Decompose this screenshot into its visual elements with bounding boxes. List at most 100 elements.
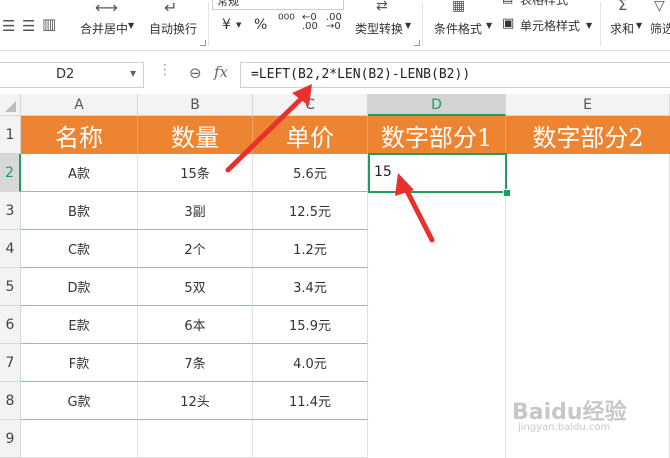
row-header-4[interactable]: 4 <box>0 230 21 268</box>
column-header-a[interactable]: A <box>21 94 138 116</box>
sigma-icon: Σ <box>618 0 628 14</box>
currency-button[interactable]: ¥ <box>222 17 231 33</box>
chevron-down-icon[interactable]: ▼ <box>636 21 642 30</box>
cell-b6[interactable]: 6本 <box>138 306 253 344</box>
cell-b7[interactable]: 7条 <box>138 344 253 382</box>
cell-c3[interactable]: 12.5元 <box>253 192 368 230</box>
chevron-down-icon[interactable]: ▼ <box>486 21 492 30</box>
align-left-icon[interactable]: ☰ <box>2 17 15 35</box>
cell-style-icon: ▣ <box>502 16 515 31</box>
column-header-e[interactable]: E <box>506 94 670 116</box>
ribbon-divider <box>422 2 423 46</box>
row-header-7[interactable]: 7 <box>0 344 21 382</box>
active-cell-d2[interactable]: 15 <box>368 153 507 193</box>
cell-a8[interactable]: G款 <box>21 382 138 420</box>
row-header-8[interactable]: 8 <box>0 382 21 420</box>
chevron-down-icon[interactable]: ▼ <box>236 21 241 29</box>
row-header-3[interactable]: 3 <box>0 192 21 230</box>
cell-c2[interactable]: 5.6元 <box>253 154 368 192</box>
column-header-c[interactable]: C <box>253 94 368 116</box>
header-cell-number-part-1[interactable]: 数字部分1 <box>368 116 506 154</box>
watermark-logo: Baidu经验 jingyan.baidu.com <box>512 394 642 438</box>
conditional-format-label: 条件格式 <box>434 22 483 36</box>
cell-c7[interactable]: 4.0元 <box>253 344 368 382</box>
type-convert-button[interactable]: ⇄ 类型转换 ▼ <box>352 0 416 46</box>
cell-b4[interactable]: 2个 <box>138 230 253 268</box>
cell-a5[interactable]: D款 <box>21 268 138 306</box>
cell-c9[interactable] <box>253 420 368 458</box>
align-center-icon[interactable]: ☰ <box>22 17 35 35</box>
cell-b8[interactable]: 12头 <box>138 382 253 420</box>
row-header-9[interactable]: 9 <box>0 420 21 458</box>
sum-button[interactable]: Σ 求和 ▼ <box>606 0 644 46</box>
filter-button[interactable]: ▽ 筛选 <box>648 0 670 46</box>
cell-c6[interactable]: 15.9元 <box>253 306 368 344</box>
percent-button[interactable]: % <box>254 17 267 33</box>
select-all-corner[interactable] <box>0 94 21 116</box>
header-cell-quantity[interactable]: 数量 <box>138 116 253 154</box>
chevron-down-icon[interactable]: ▼ <box>128 21 134 30</box>
sum-label: 求和 <box>610 22 635 36</box>
conditional-format-button[interactable]: ▦ 条件格式 ▼ <box>430 0 496 46</box>
cell-a3[interactable]: B款 <box>21 192 138 230</box>
column-d-body[interactable] <box>368 154 506 458</box>
header-cell-number-part-2[interactable]: 数字部分2 <box>506 116 670 154</box>
cell-c4[interactable]: 1.2元 <box>253 230 368 268</box>
merge-center-button[interactable]: ⟷ 合并居中 ▼ <box>78 0 140 46</box>
more-options-icon[interactable]: ⋮ <box>158 62 172 78</box>
corner-triangle-icon <box>5 101 16 112</box>
cell-a7[interactable]: F款 <box>21 344 138 382</box>
name-box[interactable]: D2 ▼ <box>0 62 144 88</box>
type-convert-label: 类型转换 <box>355 22 404 36</box>
chevron-down-icon[interactable]: ▼ <box>405 21 411 30</box>
distribute-icon[interactable]: ▥ <box>42 15 56 33</box>
increase-decimal-icon[interactable]: ←0.00 <box>302 13 318 32</box>
table-style-icon: ▤ <box>502 0 513 5</box>
cell-a4[interactable]: C款 <box>21 230 138 268</box>
wrap-text-label: 自动换行 <box>149 22 198 36</box>
cell-c5[interactable]: 3.4元 <box>253 268 368 306</box>
cell-style-button[interactable]: ▣ 单元格样式 ▼ <box>502 16 594 34</box>
chevron-down-icon[interactable]: ▼ <box>130 69 136 78</box>
zoom-formula-icon[interactable]: ⊖ <box>189 64 202 82</box>
conditional-format-icon: ▦ <box>452 0 466 14</box>
row-header-6[interactable]: 6 <box>0 306 21 344</box>
column-header-b[interactable]: B <box>138 94 253 116</box>
fx-button[interactable]: fx <box>214 63 228 81</box>
comma-style-icon[interactable]: ⁰⁰⁰ <box>278 12 295 28</box>
cell-b2[interactable]: 15条 <box>138 154 253 192</box>
fill-handle[interactable] <box>503 189 511 197</box>
dialog-launcher-icon[interactable] <box>200 40 206 46</box>
type-convert-icon: ⇄ <box>376 0 388 14</box>
cell-a2[interactable]: A款 <box>21 154 138 192</box>
row-header-2[interactable]: 2 <box>0 154 21 192</box>
number-format-value: 常规 <box>217 0 239 8</box>
chevron-down-icon[interactable]: ▼ <box>586 21 592 30</box>
row-header-5[interactable]: 5 <box>0 268 21 306</box>
cell-c8[interactable]: 11.4元 <box>253 382 368 420</box>
watermark-url: jingyan.baidu.com <box>518 422 611 433</box>
column-header-d[interactable]: D <box>368 94 506 116</box>
merge-icon: ⟷ <box>95 0 118 17</box>
header-cell-price[interactable]: 单价 <box>253 116 368 154</box>
formula-input[interactable]: =LEFT(B2,2*LEN(B2)-LENB(B2)) <box>240 62 670 88</box>
formula-text: =LEFT(B2,2*LEN(B2)-LENB(B2)) <box>251 67 471 82</box>
active-cell-value: 15 <box>374 164 392 180</box>
cell-b5[interactable]: 5双 <box>138 268 253 306</box>
cell-style-label: 单元格样式 <box>520 19 581 33</box>
wrap-text-button[interactable]: ↵ 自动换行 <box>146 0 202 46</box>
cell-b9[interactable] <box>138 420 253 458</box>
filter-icon: ▽ <box>654 0 665 14</box>
header-cell-name[interactable]: 名称 <box>21 116 138 154</box>
ribbon-toolbar: ☰ ☰ ▥ ⟷ 合并居中 ▼ ↵ 自动换行 常规 ¥ ▼ % ⁰⁰⁰ ←0.00… <box>0 0 670 51</box>
wrap-icon: ↵ <box>164 0 178 17</box>
decrease-decimal-icon[interactable]: .00 →0 <box>326 13 342 32</box>
number-format-select[interactable]: 常规 <box>212 0 344 10</box>
table-style-button[interactable]: ▤ 表格样式 <box>502 0 592 7</box>
cell-a6[interactable]: E款 <box>21 306 138 344</box>
cell-a9[interactable] <box>21 420 138 458</box>
dialog-launcher-icon[interactable] <box>414 40 420 46</box>
cell-b3[interactable]: 3副 <box>138 192 253 230</box>
row-header-1[interactable]: 1 <box>0 116 21 154</box>
ribbon-divider <box>600 2 601 46</box>
